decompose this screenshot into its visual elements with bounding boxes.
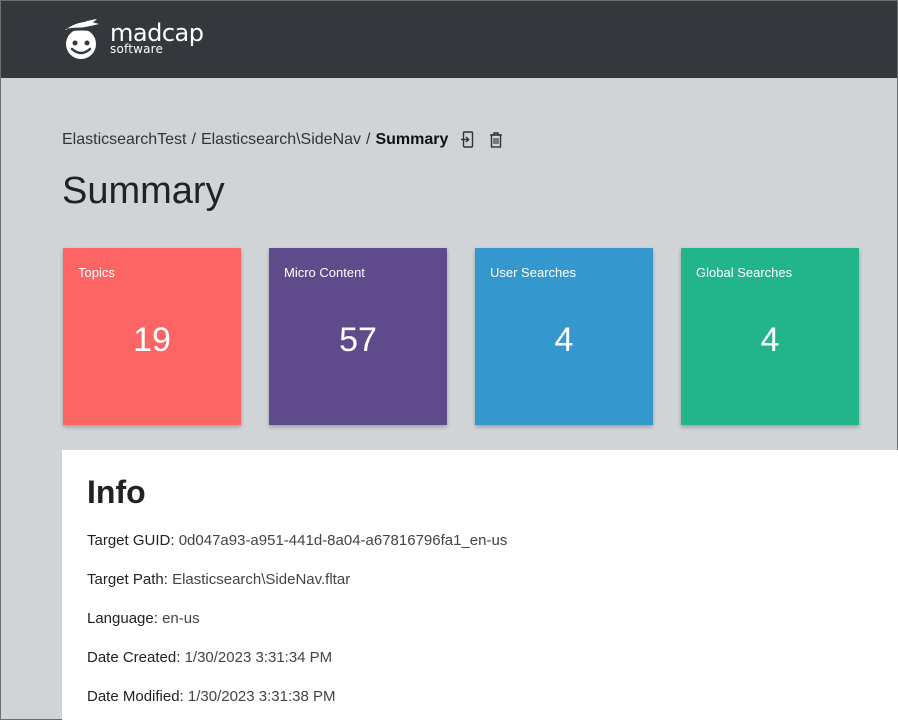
- breadcrumb-current: Summary: [375, 131, 449, 148]
- breadcrumb-item-project[interactable]: ElasticsearchTest: [62, 131, 187, 149]
- info-row-target-guid: Target GUID: 0d047a93-a951-441d-8a04-a67…: [87, 532, 507, 549]
- tile-topics[interactable]: Topics 19: [63, 248, 241, 425]
- tile-value: 4: [760, 321, 780, 359]
- info-row-language: Language: en-us: [87, 610, 200, 627]
- info-key: Target GUID:: [87, 532, 175, 549]
- tile-label: Global Searches: [696, 265, 793, 280]
- tile-value: 57: [339, 321, 377, 359]
- brand-sub: software: [110, 42, 164, 56]
- tile-value: 19: [133, 321, 171, 359]
- top-bar: madcap software: [1, 1, 897, 78]
- info-value: en-us: [162, 610, 200, 627]
- breadcrumb-separator: /: [366, 131, 371, 148]
- tile-label: User Searches: [490, 265, 576, 280]
- tile-global-searches[interactable]: Global Searches 4: [681, 248, 859, 425]
- madcap-logo[interactable]: madcap software: [61, 18, 211, 62]
- breadcrumb-item-target[interactable]: Elasticsearch\SideNav: [201, 131, 361, 149]
- info-key: Language:: [87, 610, 158, 627]
- info-key: Date Modified:: [87, 688, 184, 705]
- tile-user-searches[interactable]: User Searches 4: [475, 248, 653, 425]
- page-title: Summary: [62, 170, 225, 212]
- madcap-propeller-logo-icon: [65, 19, 99, 59]
- info-row-date-modified: Date Modified: 1/30/2023 3:31:38 PM: [87, 688, 336, 705]
- info-value: 1/30/2023 3:31:38 PM: [187, 688, 336, 705]
- tile-value: 4: [554, 321, 574, 359]
- info-key: Date Created:: [87, 649, 181, 666]
- info-row-target-path: Target Path: Elasticsearch\SideNav.fltar: [87, 571, 350, 588]
- trash-icon[interactable]: [488, 131, 504, 149]
- info-value: 0d047a93-a951-441d-8a04-a67816796fa1_en-…: [178, 532, 508, 549]
- info-key: Target Path:: [87, 571, 168, 588]
- info-row-date-created: Date Created: 1/30/2023 3:31:34 PM: [87, 649, 332, 666]
- tile-micro-content[interactable]: Micro Content 57: [269, 248, 447, 425]
- export-icon[interactable]: [460, 131, 476, 149]
- info-card: Info Target GUID: 0d047a93-a951-441d-8a0…: [62, 450, 898, 720]
- info-title: Info: [87, 474, 146, 510]
- tile-label: Topics: [78, 265, 115, 280]
- breadcrumb: ElasticsearchTest / Elasticsearch\SideNa…: [62, 130, 504, 150]
- info-value: Elasticsearch\SideNav.fltar: [172, 571, 351, 588]
- info-value: 1/30/2023 3:31:34 PM: [184, 649, 333, 666]
- breadcrumb-separator: /: [191, 131, 196, 148]
- tile-label: Micro Content: [284, 265, 365, 280]
